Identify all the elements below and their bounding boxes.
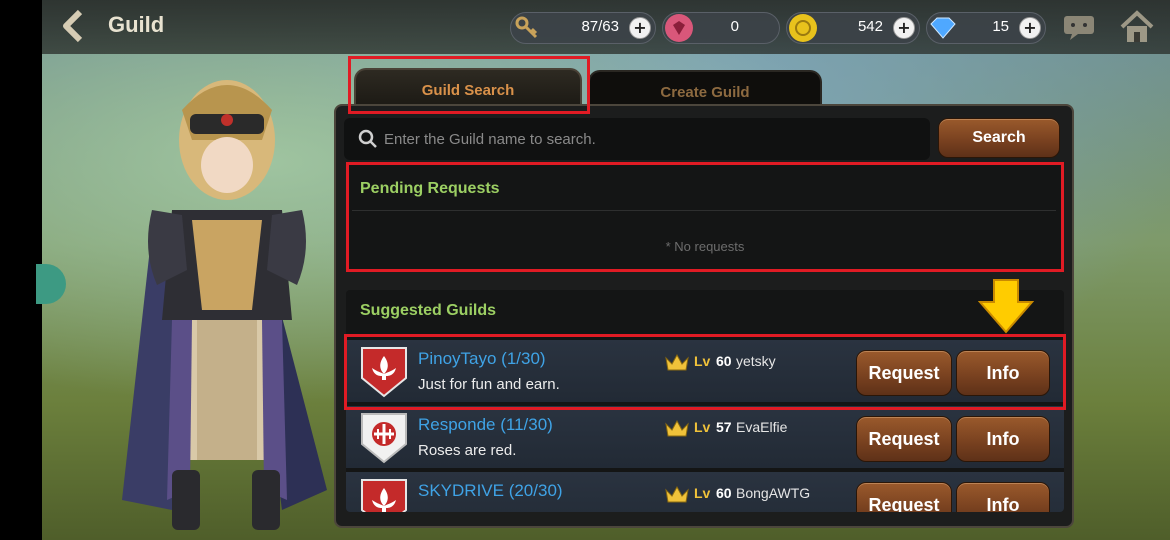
gold-coin-icon bbox=[789, 14, 817, 42]
ruby-count: 0 bbox=[730, 18, 739, 35]
resource-ruby: 0 bbox=[662, 12, 780, 44]
key-count: 87/63 bbox=[581, 18, 619, 35]
request-button[interactable]: Request bbox=[856, 482, 952, 512]
page-title: Guild bbox=[108, 12, 165, 37]
guild-name[interactable]: Responde (11/30) bbox=[418, 415, 553, 435]
request-button[interactable]: Request bbox=[856, 416, 952, 462]
diamond-icon bbox=[929, 14, 957, 42]
level-label: Lv bbox=[694, 485, 711, 501]
guild-row[interactable]: SKYDRIVE (20/30) Lv 60 BongAWTG Request … bbox=[346, 472, 1064, 512]
search-icon bbox=[358, 129, 377, 148]
chat-icon bbox=[1064, 16, 1094, 40]
resource-gold: 542 + bbox=[786, 12, 920, 44]
cross-shield-emblem-icon bbox=[361, 413, 407, 464]
diamond-count: 15 bbox=[992, 18, 1009, 35]
ruby-icon bbox=[665, 14, 693, 42]
home-icon bbox=[1120, 10, 1154, 42]
highlight-box bbox=[346, 162, 1064, 272]
gold-count: 542 bbox=[857, 18, 883, 35]
back-button[interactable] bbox=[58, 8, 90, 44]
arrow-down-icon bbox=[978, 279, 1034, 334]
character-portrait bbox=[122, 80, 327, 530]
info-button[interactable]: Info bbox=[956, 482, 1050, 512]
highlight-box bbox=[344, 334, 1066, 410]
guild-leader: EvaElfie bbox=[736, 419, 788, 435]
info-button[interactable]: Info bbox=[956, 416, 1050, 462]
crown-icon bbox=[665, 419, 689, 437]
add-diamond-button[interactable]: + bbox=[1019, 17, 1041, 39]
guild-search-input[interactable] bbox=[384, 122, 924, 156]
highlight-box bbox=[348, 56, 590, 114]
guild-description: Roses are red. bbox=[418, 442, 517, 459]
guild-level: 57 bbox=[716, 419, 732, 435]
guild-leader: BongAWTG bbox=[736, 485, 811, 501]
guild-level: 60 bbox=[716, 485, 732, 501]
add-gold-button[interactable]: + bbox=[893, 17, 915, 39]
guild-row[interactable]: Responde (11/30) Roses are red. Lv 57 Ev… bbox=[346, 406, 1064, 468]
fleur-de-lis-emblem-icon bbox=[361, 479, 407, 512]
add-key-button[interactable]: + bbox=[629, 17, 651, 39]
home-button[interactable] bbox=[1118, 8, 1156, 46]
crown-icon bbox=[665, 485, 689, 503]
search-button[interactable]: Search bbox=[938, 118, 1060, 158]
suggested-guilds-title: Suggested Guilds bbox=[360, 302, 497, 319]
guild-name[interactable]: SKYDRIVE (20/30) bbox=[418, 481, 563, 501]
back-arrow-icon bbox=[63, 9, 83, 43]
key-icon bbox=[513, 14, 541, 42]
level-label: Lv bbox=[694, 419, 711, 435]
chat-button[interactable] bbox=[1062, 12, 1096, 42]
resource-diamond: 15 + bbox=[926, 12, 1046, 44]
resource-key: 87/63 + bbox=[510, 12, 656, 44]
